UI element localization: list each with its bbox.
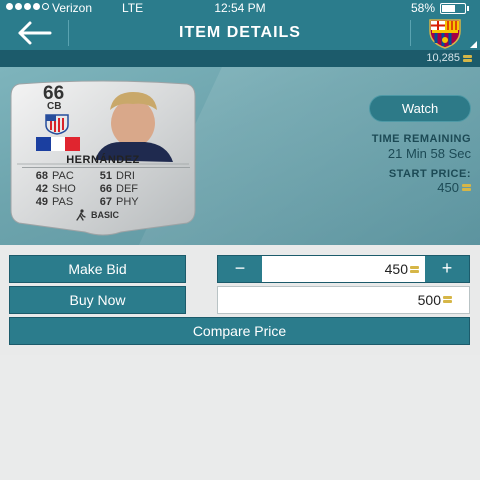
coin-balance: 10,285 bbox=[426, 52, 460, 64]
stat-label: PAC bbox=[52, 170, 74, 182]
start-price-label: START PRICE: bbox=[388, 168, 471, 180]
coin-icon bbox=[462, 183, 471, 192]
battery-tip bbox=[467, 6, 469, 11]
buy-now-price-field: 500 bbox=[217, 286, 470, 314]
stat-value: 42 bbox=[35, 183, 48, 195]
buy-now-price: 500 bbox=[417, 292, 441, 308]
stat-value: 66 bbox=[99, 183, 112, 195]
page-title: ITEM DETAILS bbox=[179, 24, 301, 41]
card-divider bbox=[22, 167, 190, 168]
decrease-bid-button[interactable]: − bbox=[218, 256, 262, 282]
action-panel: Make Bid − 450 + Buy Now 500 Compare Pri… bbox=[0, 245, 480, 355]
increase-bid-button[interactable]: + bbox=[425, 256, 469, 282]
status-bar: Verizon LTE 12:54 PM 58% bbox=[0, 0, 480, 16]
club-badge-icon bbox=[45, 114, 69, 135]
stat-value: 68 bbox=[35, 170, 48, 182]
nav-divider-left bbox=[68, 20, 69, 46]
player-name: HERNÁNDEZ bbox=[66, 154, 140, 166]
time-remaining-label: TIME REMAINING bbox=[371, 133, 471, 145]
nav-bar: ITEM DETAILS bbox=[0, 16, 480, 50]
coin-icon bbox=[410, 266, 419, 274]
buy-now-button[interactable]: Buy Now bbox=[9, 286, 186, 314]
card-quality: BASIC bbox=[91, 210, 120, 220]
compare-price-button[interactable]: Compare Price bbox=[9, 317, 470, 345]
stat-value: 51 bbox=[99, 170, 112, 182]
stat-row: 49 PAS 67 PHY bbox=[26, 196, 146, 209]
stat-value: 67 bbox=[99, 196, 112, 208]
start-price-value: 450 bbox=[437, 180, 459, 195]
battery-icon bbox=[440, 3, 466, 14]
time-remaining-value: 21 Min 58 Sec bbox=[387, 146, 471, 161]
back-arrow-icon bbox=[18, 21, 52, 45]
dropdown-corner-icon bbox=[470, 41, 477, 48]
bid-amount: 450 bbox=[384, 261, 408, 277]
clock: 12:54 PM bbox=[214, 1, 266, 15]
stat-row: 42 SHO 66 DEF bbox=[26, 183, 146, 196]
player-stats: 68 PAC 51 DRI 42 SHO 66 DEF 49 PAS 67 PH… bbox=[26, 170, 146, 209]
battery-percent: 58% bbox=[410, 1, 435, 15]
stat-label: DRI bbox=[116, 170, 135, 182]
stat-row: 68 PAC 51 DRI bbox=[26, 170, 146, 183]
stat-label: DEF bbox=[116, 183, 138, 195]
back-button[interactable] bbox=[14, 20, 54, 46]
coin-icon bbox=[443, 296, 452, 304]
make-bid-button[interactable]: Make Bid bbox=[9, 255, 186, 283]
start-price: 450 bbox=[437, 180, 471, 195]
nation-flag-icon bbox=[36, 137, 80, 151]
coin-icon bbox=[463, 55, 472, 63]
bid-stepper: − 450 + bbox=[217, 255, 470, 283]
coin-balance-bar: 10,285 bbox=[0, 50, 480, 67]
stat-label: SHO bbox=[52, 183, 76, 195]
stat-label: PHY bbox=[116, 196, 139, 208]
player-position: CB bbox=[47, 101, 62, 112]
stat-label: PAS bbox=[52, 196, 74, 208]
nav-divider-right bbox=[410, 20, 411, 46]
chemistry-style-icon bbox=[76, 209, 86, 221]
empty-content-area bbox=[0, 355, 480, 480]
club-crest-icon[interactable] bbox=[422, 17, 468, 49]
bid-amount-field[interactable]: 450 bbox=[262, 256, 425, 282]
watch-button[interactable]: Watch bbox=[369, 95, 471, 122]
stat-value: 49 bbox=[35, 196, 48, 208]
